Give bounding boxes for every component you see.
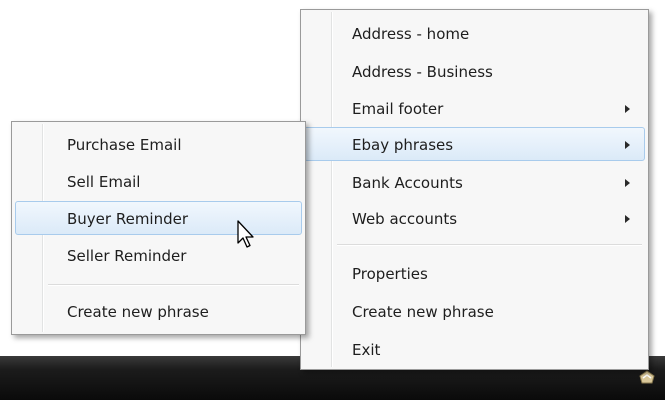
menu-item-label: Email footer [352, 100, 444, 118]
submenu-arrow-icon [625, 105, 630, 113]
arrow-cursor-icon [237, 220, 254, 248]
submenu-item-buyer-reminder[interactable]: Buyer Reminder [15, 201, 302, 235]
menu-item-label: Address - home [352, 25, 470, 43]
submenu-arrow-icon [625, 179, 630, 187]
menu-item-ebay-phrases[interactable]: Ebay phrases [304, 127, 645, 161]
menu-item-label: Buyer Reminder [67, 210, 189, 228]
menu-item-label: Bank Accounts [352, 174, 463, 192]
menu-item-label: Address - Business [352, 63, 493, 81]
menu-item-label: Seller Reminder [67, 247, 187, 265]
tray-context-menu: Address - home Address - Business Email … [300, 9, 649, 370]
menu-item-create-new-phrase[interactable]: Create new phrase [304, 294, 645, 328]
menu-item-label: Web accounts [352, 210, 458, 228]
menu-separator [48, 284, 299, 286]
submenu-arrow-icon [625, 215, 630, 223]
menu-item-web-accounts[interactable]: Web accounts [304, 201, 645, 235]
menu-item-address-home[interactable]: Address - home [304, 16, 645, 50]
menu-item-label: Create new phrase [67, 303, 209, 321]
ebay-phrases-submenu: Purchase Email Sell Email Buyer Reminder… [11, 121, 306, 335]
menu-item-label: Create new phrase [352, 303, 494, 321]
menu-separator [337, 244, 642, 246]
submenu-arrow-icon [625, 141, 630, 149]
menu-item-label: Sell Email [67, 173, 141, 191]
menu-item-label: Exit [352, 341, 381, 359]
menu-item-exit[interactable]: Exit [304, 332, 645, 366]
menu-item-bank-accounts[interactable]: Bank Accounts [304, 165, 645, 199]
menu-item-label: Purchase Email [67, 136, 182, 154]
submenu-item-sell-email[interactable]: Sell Email [15, 164, 302, 198]
menu-item-address-business[interactable]: Address - Business [304, 54, 645, 88]
tray-app-icon[interactable] [637, 367, 657, 387]
submenu-item-create-new-phrase[interactable]: Create new phrase [15, 294, 302, 328]
menu-item-label: Properties [352, 265, 428, 283]
menu-item-email-footer[interactable]: Email footer [304, 91, 645, 125]
submenu-item-seller-reminder[interactable]: Seller Reminder [15, 238, 302, 272]
menu-item-label: Ebay phrases [352, 136, 454, 154]
submenu-item-purchase-email[interactable]: Purchase Email [15, 127, 302, 161]
menu-item-properties[interactable]: Properties [304, 256, 645, 290]
